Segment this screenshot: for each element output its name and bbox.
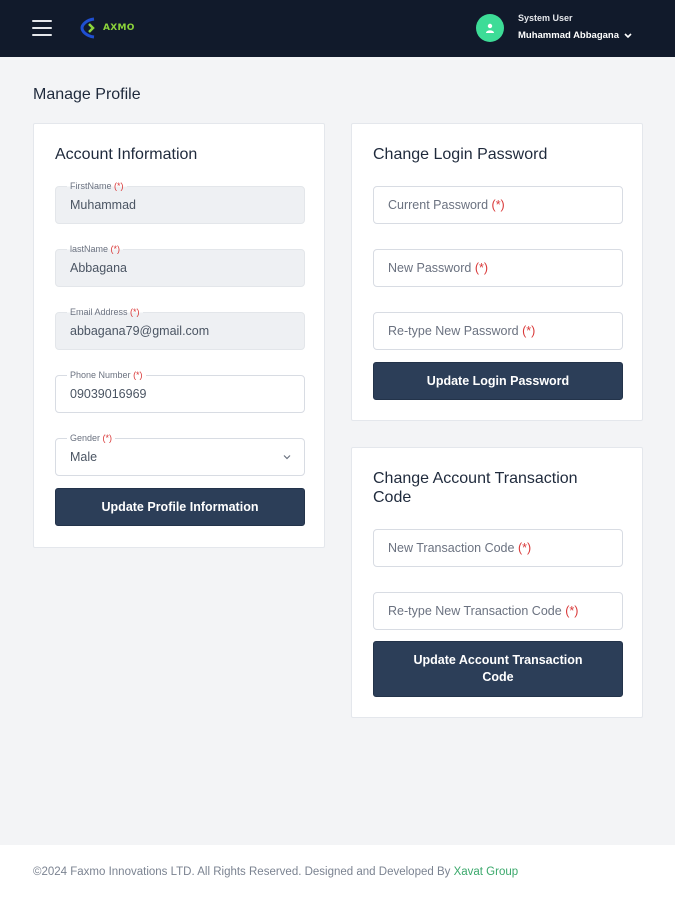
retype-password-field[interactable]: Re-type New Password (*) <box>373 312 623 350</box>
change-login-password-card: Change Login Password Current Password (… <box>351 123 643 421</box>
footer-link-xavat[interactable]: Xavat Group <box>454 866 519 878</box>
page-title: Manage Profile <box>33 86 141 103</box>
current-password-placeholder: Current Password (*) <box>388 198 505 212</box>
change-login-password-title: Change Login Password <box>373 146 548 163</box>
first-name-value: Muhammad <box>70 198 136 212</box>
footer-copyright: ©2024 Faxmo Innovations LTD. All Rights … <box>33 866 519 878</box>
user-menu-toggle[interactable]: Muhammad Abbagana <box>518 30 632 41</box>
gender-label: Gender (*) <box>67 433 116 444</box>
update-profile-button[interactable]: Update Profile Information <box>55 488 305 526</box>
first-name-label: FirstName (*) <box>67 181 127 192</box>
gender-select[interactable]: Gender (*) Male <box>55 433 305 476</box>
update-login-password-button[interactable]: Update Login Password <box>373 362 623 400</box>
email-label: Email Address (*) <box>67 307 143 318</box>
change-transaction-code-title: Change Account Transaction Code <box>373 470 578 506</box>
email-value: abbagana79@gmail.com <box>70 324 210 338</box>
phone-number-label: Phone Number (*) <box>67 370 146 381</box>
last-name-field[interactable]: lastName (*) Abbagana <box>55 244 305 287</box>
current-password-field[interactable]: Current Password (*) <box>373 186 623 224</box>
retype-transaction-code-field[interactable]: Re-type New Transaction Code (*) <box>373 592 623 630</box>
logo-icon <box>80 17 95 39</box>
account-information-title: Account Information <box>55 146 198 163</box>
hamburger-menu-icon[interactable] <box>32 20 52 36</box>
chevron-down-icon <box>283 455 291 460</box>
update-transaction-code-button[interactable]: Update Account Transaction Code <box>373 641 623 697</box>
phone-number-field[interactable]: Phone Number (*) 09039016969 <box>55 370 305 413</box>
first-name-field[interactable]: FirstName (*) Muhammad <box>55 181 305 224</box>
logo-text: AXMO <box>103 23 135 33</box>
footer: ©2024 Faxmo Innovations LTD. All Rights … <box>0 845 675 900</box>
gender-value: Male <box>70 450 98 464</box>
new-transaction-code-placeholder: New Transaction Code (*) <box>388 541 532 555</box>
retype-transaction-code-placeholder: Re-type New Transaction Code (*) <box>388 604 579 618</box>
last-name-label: lastName (*) <box>67 244 124 255</box>
new-password-field[interactable]: New Password (*) <box>373 249 623 287</box>
last-name-value: Abbagana <box>70 261 128 275</box>
brand-logo[interactable]: AXMO <box>80 17 135 39</box>
user-role: System User <box>518 13 573 23</box>
top-navbar: AXMO System User Muhammad Abbagana <box>0 0 675 57</box>
change-transaction-code-card: Change Account Transaction Code New Trans… <box>351 447 643 718</box>
account-information-card: Account Information FirstName (*) Muhamm… <box>33 123 325 548</box>
phone-number-value: 09039016969 <box>70 387 147 401</box>
new-transaction-code-field[interactable]: New Transaction Code (*) <box>373 529 623 567</box>
retype-password-placeholder: Re-type New Password (*) <box>388 324 536 338</box>
user-avatar-icon[interactable] <box>476 14 504 42</box>
new-password-placeholder: New Password (*) <box>388 261 489 275</box>
person-icon <box>486 23 494 33</box>
user-name: Muhammad Abbagana <box>518 30 619 41</box>
chevron-down-icon <box>624 32 632 38</box>
email-field[interactable]: Email Address (*) abbagana79@gmail.com <box>55 307 305 350</box>
